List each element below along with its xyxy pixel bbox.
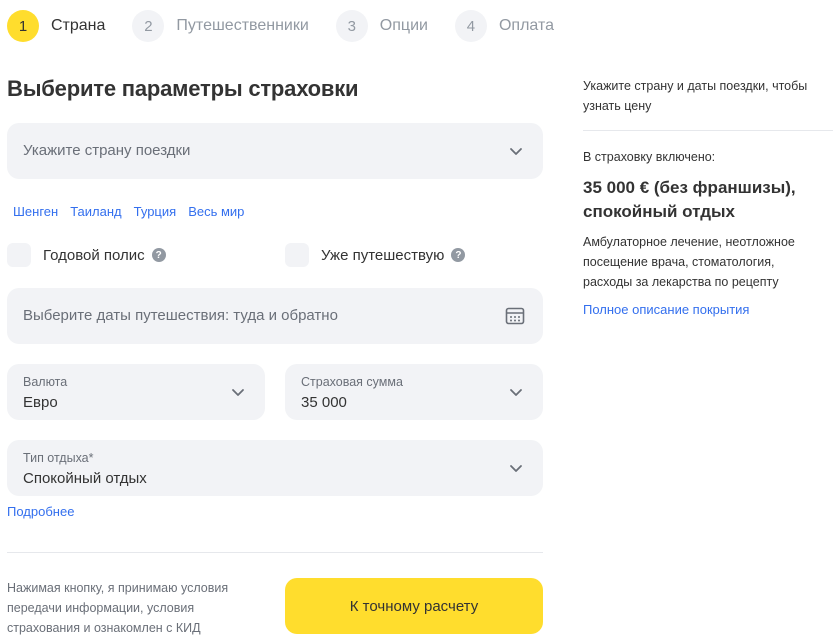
country-link-turkey[interactable]: Турция	[134, 204, 177, 219]
country-link-thailand[interactable]: Таиланд	[70, 204, 121, 219]
step-label: Страна	[51, 17, 106, 34]
step-options[interactable]: 3 Опции	[335, 10, 428, 42]
step-payment[interactable]: 4 Оплата	[454, 10, 554, 42]
chevron-down-icon	[231, 385, 245, 399]
currency-label: Валюта	[23, 375, 68, 389]
country-quick-links: Шенген Таиланд Турция Весь мир	[13, 204, 256, 219]
chevron-down-icon	[509, 461, 523, 475]
help-circle-icon[interactable]: ?	[151, 248, 166, 262]
full-coverage-link[interactable]: Полное описание покрытия	[583, 302, 749, 317]
step-label: Опции	[379, 17, 428, 34]
step-country[interactable]: 1 Страна	[7, 10, 105, 42]
annual-policy-checkbox[interactable]	[7, 243, 31, 267]
page-title: Выберите параметры страховки	[7, 76, 359, 101]
calculate-button[interactable]: К точному расчету	[285, 578, 543, 634]
help-circle-icon[interactable]: ?	[451, 248, 466, 262]
coverage-description: Амбулаторное лечение, неотложное посещен…	[583, 235, 795, 289]
dates-placeholder: Выберите даты путешествия: туда и обратн…	[23, 307, 338, 324]
included-label: В страховку включено:	[583, 150, 716, 164]
calendar-icon[interactable]	[505, 306, 525, 326]
stepper: 1 Страна 2 Путешественники 3 Опции 4 Опл…	[7, 10, 581, 42]
country-placeholder: Укажите страну поездки	[23, 142, 191, 159]
insurance-sum-select[interactable]: Страховая сумма 35 000	[285, 364, 543, 420]
insurance-sum-label: Страховая сумма	[301, 375, 403, 389]
step-label: Оплата	[498, 17, 554, 34]
step-number: 1	[7, 10, 39, 42]
consent-text: Нажимая кнопку, я принимаю условия перед…	[7, 581, 229, 635]
currency-value: Евро	[23, 394, 58, 411]
divider	[7, 552, 543, 553]
already-traveling-label[interactable]: Уже путешествую	[321, 247, 444, 264]
country-link-schengen[interactable]: Шенген	[13, 204, 58, 219]
step-label: Путешественники	[176, 17, 309, 34]
rest-type-select[interactable]: Тип отдыха* Спокойный отдых	[7, 440, 543, 496]
chevron-down-icon	[509, 385, 523, 399]
already-traveling-option: Уже путешествую ?	[285, 243, 466, 267]
country-link-world[interactable]: Весь мир	[188, 204, 244, 219]
annual-policy-label[interactable]: Годовой полис	[43, 247, 145, 264]
country-select[interactable]: Укажите страну поездки	[7, 123, 543, 179]
step-travelers[interactable]: 2 Путешественники	[132, 10, 309, 42]
sidebar-hint: Укажите страну и даты поездки, чтобы узн…	[583, 79, 808, 113]
dates-picker[interactable]: Выберите даты путешествия: туда и обратн…	[7, 288, 543, 344]
chevron-down-icon	[509, 144, 523, 158]
already-traveling-checkbox[interactable]	[285, 243, 309, 267]
step-number: 3	[335, 10, 368, 42]
sidebar-divider	[583, 130, 833, 131]
rest-type-value: Спокойный отдых	[23, 470, 147, 487]
coverage-title: 35 000 € (без франшизы), спокойный отдых	[583, 178, 796, 221]
step-number: 4	[454, 10, 487, 42]
rest-type-label: Тип отдыха*	[23, 451, 94, 465]
currency-select[interactable]: Валюта Евро	[7, 364, 265, 420]
more-details-link[interactable]: Подробнее	[7, 504, 74, 519]
insurance-sum-value: 35 000	[301, 394, 347, 411]
step-number: 2	[132, 10, 165, 42]
annual-policy-option: Годовой полис ?	[7, 243, 166, 267]
